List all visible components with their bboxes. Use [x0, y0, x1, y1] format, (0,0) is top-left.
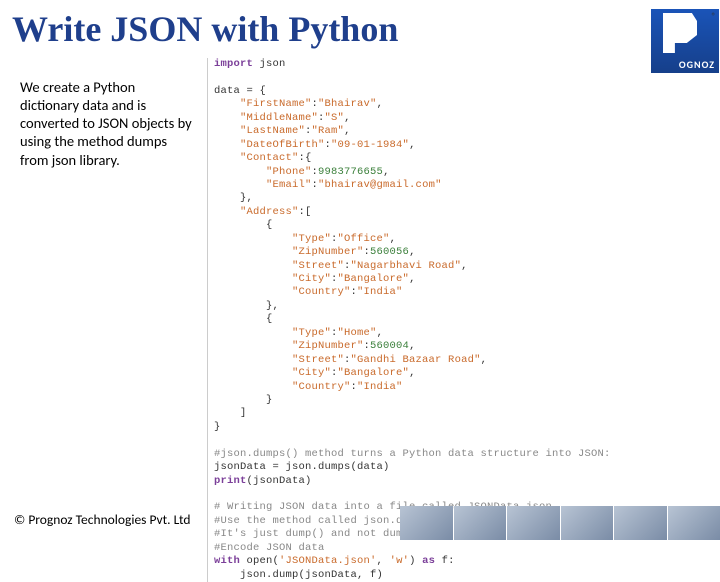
footer-thumb — [614, 506, 667, 540]
footer-thumb — [507, 506, 560, 540]
code-block: import json data = { "FirstName":"Bhaira… — [207, 58, 720, 582]
footer-thumb — [561, 506, 614, 540]
description-text: We create a Python dictionary data and i… — [0, 58, 207, 582]
company-logo: ® OGNOZ — [650, 8, 720, 74]
footer-thumb — [668, 506, 720, 540]
logo-p-shape — [663, 13, 697, 53]
kw-import: import — [214, 58, 253, 70]
slide-title: Write JSON with Python — [0, 0, 720, 50]
footer-image-strip — [400, 506, 720, 540]
footer-thumb — [454, 506, 507, 540]
footer-thumb — [400, 506, 453, 540]
content-row: We create a Python dictionary data and i… — [0, 58, 720, 582]
registered-mark: ® — [711, 11, 716, 22]
copyright-text: © Prognoz Technologies Pvt. Ltd — [14, 511, 191, 528]
logo-text: OGNOZ — [655, 58, 715, 71]
